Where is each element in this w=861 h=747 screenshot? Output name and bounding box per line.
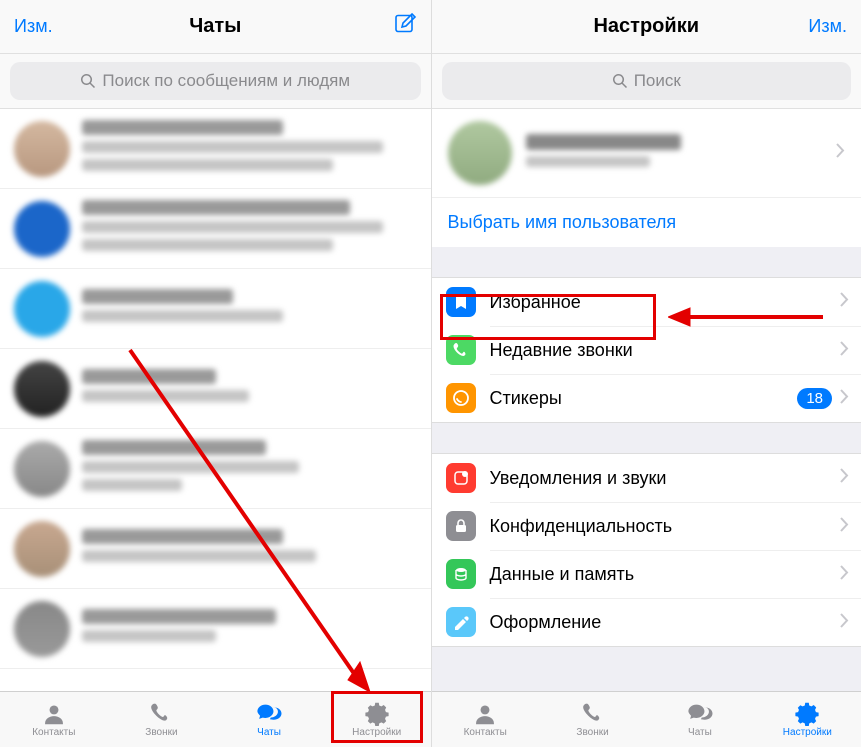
tab-settings[interactable]: Настройки	[754, 692, 861, 747]
avatar	[14, 201, 70, 257]
chat-row[interactable]	[0, 189, 431, 269]
search-input[interactable]: Поиск по сообщениям и людям	[10, 62, 421, 100]
tab-contacts[interactable]: Контакты	[432, 692, 539, 747]
username-row[interactable]: Выбрать имя пользователя	[432, 197, 861, 247]
bookmark-icon	[446, 287, 476, 317]
badge: 18	[797, 388, 832, 409]
search-icon	[80, 73, 96, 89]
chat-row[interactable]	[0, 109, 431, 189]
tab-chats[interactable]: Чаты	[646, 692, 753, 747]
chat-row[interactable]	[0, 429, 431, 509]
phone-icon	[147, 701, 175, 726]
contacts-icon	[471, 701, 499, 726]
avatar	[14, 601, 70, 657]
contacts-icon	[40, 701, 68, 726]
chat-row[interactable]	[0, 589, 431, 669]
phone-icon	[446, 335, 476, 365]
setting-notifications[interactable]: Уведомления и звуки	[432, 454, 861, 502]
setting-recent-calls[interactable]: Недавние звонки	[432, 326, 861, 374]
chevron-right-icon	[840, 389, 849, 409]
setting-data[interactable]: Данные и память	[432, 550, 861, 598]
chats-icon	[255, 701, 283, 726]
chat-row[interactable]	[0, 269, 431, 349]
settings-list: Выбрать имя пользователя Избранное Недав…	[432, 109, 861, 691]
avatar	[14, 121, 70, 177]
page-title: Настройки	[593, 15, 699, 37]
chevron-right-icon	[836, 143, 845, 163]
search-icon	[612, 73, 628, 89]
chevron-right-icon	[840, 565, 849, 585]
stickers-icon	[446, 383, 476, 413]
tabbar: Контакты Звонки Чаты Настройки	[0, 691, 431, 747]
header: Настройки Изм.	[432, 0, 861, 54]
setting-appearance[interactable]: Оформление	[432, 598, 861, 646]
gear-icon	[793, 701, 821, 726]
chat-row[interactable]	[0, 509, 431, 589]
search-input[interactable]: Поиск	[442, 62, 852, 100]
phone-icon	[579, 701, 607, 726]
gear-icon	[363, 701, 391, 726]
setting-privacy[interactable]: Конфиденциальность	[432, 502, 861, 550]
profile-row[interactable]	[432, 109, 861, 197]
page-title: Чаты	[189, 15, 241, 37]
search-placeholder: Поиск по сообщениям и людям	[102, 71, 350, 91]
header: Изм. Чаты	[0, 0, 431, 54]
tab-settings[interactable]: Настройки	[323, 692, 431, 747]
edit-button[interactable]: Изм.	[14, 16, 53, 36]
chats-screen: Изм. Чаты Поиск по сообщениям и людям Ко…	[0, 0, 431, 747]
chevron-right-icon	[840, 613, 849, 633]
avatar	[14, 441, 70, 497]
data-icon	[446, 559, 476, 589]
username-link[interactable]: Выбрать имя пользователя	[448, 212, 677, 232]
avatar	[14, 281, 70, 337]
setting-favorites[interactable]: Избранное	[432, 278, 861, 326]
notifications-icon	[446, 463, 476, 493]
tab-calls[interactable]: Звонки	[108, 692, 216, 747]
settings-section: Избранное Недавние звонки Стикеры18	[432, 277, 861, 423]
settings-section: Уведомления и звуки Конфиденциальность Д…	[432, 453, 861, 647]
chevron-right-icon	[840, 341, 849, 361]
tab-chats[interactable]: Чаты	[215, 692, 323, 747]
avatar	[14, 361, 70, 417]
appearance-icon	[446, 607, 476, 637]
lock-icon	[446, 511, 476, 541]
avatar	[14, 521, 70, 577]
search-placeholder: Поиск	[634, 71, 681, 91]
settings-screen: Настройки Изм. Поиск Выбрать имя пользов…	[431, 0, 861, 747]
tabbar: Контакты Звонки Чаты Настройки	[432, 691, 861, 747]
chevron-right-icon	[840, 468, 849, 488]
chats-icon	[686, 701, 714, 726]
chevron-right-icon	[840, 517, 849, 537]
chat-row[interactable]	[0, 349, 431, 429]
tab-contacts[interactable]: Контакты	[0, 692, 108, 747]
tab-calls[interactable]: Звонки	[539, 692, 646, 747]
chevron-right-icon	[840, 292, 849, 312]
compose-icon[interactable]	[393, 23, 417, 40]
avatar	[448, 121, 512, 185]
edit-button[interactable]: Изм.	[808, 16, 847, 36]
setting-stickers[interactable]: Стикеры18	[432, 374, 861, 422]
chat-list	[0, 109, 431, 691]
